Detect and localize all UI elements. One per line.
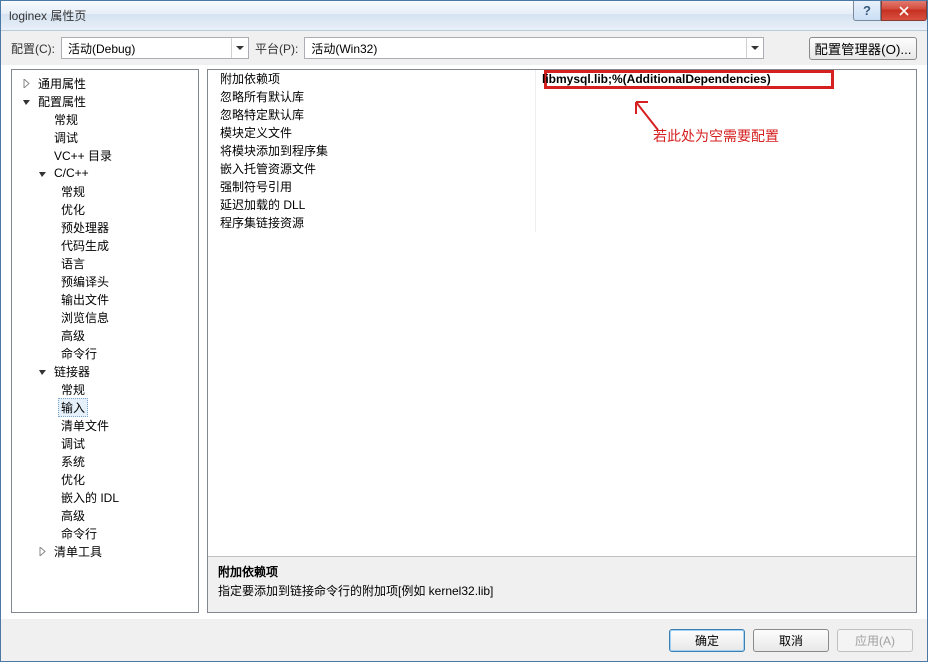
tree-item-cc-child[interactable]: 优化 [12,200,198,218]
property-row[interactable]: 忽略所有默认库 [208,88,916,106]
property-value[interactable] [536,214,916,232]
ok-button[interactable]: 确定 [669,629,745,652]
property-name: 嵌入托管资源文件 [208,160,536,178]
property-name: 将模块添加到程序集 [208,142,536,160]
tree-item-linker-child[interactable]: 输入 [12,398,198,416]
tree-item-common[interactable]: 通用属性 [12,74,198,92]
tree-item-manifest-tool[interactable]: 清单工具 [12,542,198,560]
main-area: 通用属性 配置属性 常规 调试 VC++ 目录 C/C++ 常规优化预处 [1,65,927,619]
collapse-icon[interactable] [20,95,33,108]
property-row[interactable]: 嵌入托管资源文件 [208,160,916,178]
property-name: 忽略所有默认库 [208,88,536,106]
help-button[interactable]: ? [853,1,881,21]
tree-item-linker-child[interactable]: 清单文件 [12,416,198,434]
tree-item-linker-child[interactable]: 系统 [12,452,198,470]
tree-item-cc-child[interactable]: 高级 [12,326,198,344]
platform-combo[interactable]: 活动(Win32) [304,37,764,59]
property-grid[interactable]: 若此处为空需要配置 附加依赖项libmysql.lib;%(Additional… [208,70,916,556]
property-name: 延迟加载的 DLL [208,196,536,214]
window-title: loginex 属性页 [9,7,86,24]
tree-item-cc-child[interactable]: 代码生成 [12,236,198,254]
property-value[interactable] [536,124,916,142]
tree-item-config-props[interactable]: 配置属性 [12,92,198,110]
config-manager-button[interactable]: 配置管理器(O)... [809,37,917,60]
description-panel: 附加依赖项 指定要添加到链接命令行的附加项[例如 kernel32.lib] [208,556,916,612]
property-name: 忽略特定默认库 [208,106,536,124]
property-row[interactable]: 将模块添加到程序集 [208,142,916,160]
property-row[interactable]: 模块定义文件 [208,124,916,142]
tree-item-cc-child[interactable]: 常规 [12,182,198,200]
titlebar: loginex 属性页 ? [1,1,927,31]
tree-item-cc-child[interactable]: 预处理器 [12,218,198,236]
description-text: 指定要添加到链接命令行的附加项[例如 kernel32.lib] [218,582,906,599]
property-value[interactable] [536,88,916,106]
property-value[interactable] [536,196,916,214]
tree-item-cc-child[interactable]: 语言 [12,254,198,272]
property-name: 附加依赖项 [208,70,536,88]
property-row[interactable]: 延迟加载的 DLL [208,196,916,214]
property-row[interactable]: 程序集链接资源 [208,214,916,232]
property-row[interactable]: 附加依赖项libmysql.lib;%(AdditionalDependenci… [208,70,916,88]
tree-item-linker-child[interactable]: 优化 [12,470,198,488]
tree-item-cc-child[interactable]: 输出文件 [12,290,198,308]
close-button[interactable] [881,1,927,21]
right-panel: 若此处为空需要配置 附加依赖项libmysql.lib;%(Additional… [207,69,917,613]
tree-item-linker-child[interactable]: 高级 [12,506,198,524]
dialog-window: loginex 属性页 ? 配置(C): 活动(Debug) 平台(P): 活动… [0,0,928,662]
tree-panel[interactable]: 通用属性 配置属性 常规 调试 VC++ 目录 C/C++ 常规优化预处 [11,69,199,613]
property-name: 程序集链接资源 [208,214,536,232]
close-icon [898,6,910,16]
tree-item-cc-child[interactable]: 预编译头 [12,272,198,290]
property-name: 模块定义文件 [208,124,536,142]
chevron-down-icon [231,38,248,58]
tree-item-linker-child[interactable]: 调试 [12,434,198,452]
property-value[interactable] [536,160,916,178]
config-combo-value: 活动(Debug) [68,40,135,57]
collapse-icon[interactable] [36,167,49,180]
property-row[interactable]: 忽略特定默认库 [208,106,916,124]
tree-item-linker[interactable]: 链接器 [12,362,198,380]
tree-item-debug[interactable]: 调试 [12,128,198,146]
tree-item-linker-child[interactable]: 嵌入的 IDL [12,488,198,506]
cancel-button[interactable]: 取消 [753,629,829,652]
description-title: 附加依赖项 [218,563,906,580]
chevron-down-icon [746,38,763,58]
tree-item-general[interactable]: 常规 [12,110,198,128]
tree-item-cc[interactable]: C/C++ [12,164,198,182]
property-name: 强制符号引用 [208,178,536,196]
property-value[interactable] [536,142,916,160]
property-row[interactable]: 强制符号引用 [208,178,916,196]
toolbar: 配置(C): 活动(Debug) 平台(P): 活动(Win32) 配置管理器(… [1,31,927,65]
config-combo[interactable]: 活动(Debug) [61,37,249,59]
tree-item-vcdirs[interactable]: VC++ 目录 [12,146,198,164]
apply-button[interactable]: 应用(A) [837,629,913,652]
window-controls: ? [854,1,927,21]
property-value[interactable] [536,178,916,196]
expand-right-icon[interactable] [20,77,33,90]
property-value[interactable] [536,106,916,124]
expand-right-icon[interactable] [36,545,49,558]
platform-combo-value: 活动(Win32) [311,40,377,57]
platform-label: 平台(P): [255,40,298,57]
tree-item-linker-child[interactable]: 命令行 [12,524,198,542]
tree-item-linker-child[interactable]: 常规 [12,380,198,398]
property-value[interactable]: libmysql.lib;%(AdditionalDependencies) [536,70,916,88]
config-label: 配置(C): [11,40,55,57]
button-row: 确定 取消 应用(A) [1,619,927,661]
tree-item-cc-child[interactable]: 命令行 [12,344,198,362]
tree-item-cc-child[interactable]: 浏览信息 [12,308,198,326]
collapse-icon[interactable] [36,365,49,378]
